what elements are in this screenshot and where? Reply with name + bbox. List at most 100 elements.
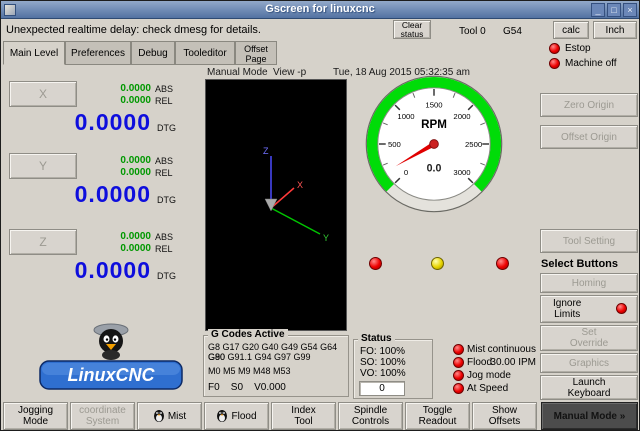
offset-origin-button[interactable]: Offset Origin — [540, 125, 638, 149]
gscreen-window: Gscreen for linuxcnc _ □ × Unexpected re… — [0, 0, 640, 431]
axes-graphic: Z X Y — [206, 80, 346, 330]
x-dtg-readout: 0.0000 — [16, 109, 151, 136]
x-abs-label: ABS — [155, 84, 173, 94]
z-abs-label: ABS — [155, 232, 173, 242]
penguin-icon — [216, 408, 228, 425]
y-rel-readout: 0.0000 — [89, 167, 151, 178]
gauge-title: RPM — [421, 119, 447, 131]
tool-setting-button[interactable]: Tool Setting — [540, 229, 638, 253]
tab-preferences[interactable]: Preferences — [65, 41, 131, 65]
logo-text: LinuxCNC — [68, 365, 156, 385]
svg-text:X: X — [297, 180, 303, 190]
mist-led — [453, 344, 464, 355]
mode-cycle-button[interactable]: Manual Mode » — [541, 402, 638, 430]
velocity-override-readout: VO: 100% — [360, 368, 406, 379]
mode-header: Manual Mode — [207, 67, 268, 78]
status-title: Status — [358, 333, 395, 344]
minimize-button[interactable]: _ — [591, 3, 605, 17]
penguin-icon — [153, 408, 165, 425]
y-rel-label: REL — [155, 168, 173, 178]
z-dtg-label: DTG — [157, 271, 176, 281]
graphics-button[interactable]: Graphics — [540, 353, 638, 373]
clear-status-button[interactable]: Clear status — [393, 20, 431, 39]
axis-y-button[interactable]: Y — [9, 153, 77, 179]
limit-x-led — [369, 257, 382, 270]
svg-text:0: 0 — [404, 168, 408, 177]
linuxcnc-logo: LinuxCNC — [36, 317, 186, 397]
axis-z-button[interactable]: Z — [9, 229, 77, 255]
svg-text:Z: Z — [263, 146, 269, 156]
limit-y-led — [431, 257, 444, 270]
override-spinbox[interactable]: 0 — [359, 381, 405, 396]
machine-off-led — [549, 58, 560, 69]
rpm-gauge: 0 500 1000 1500 2000 2500 3000 RPM 0.0 — [364, 74, 504, 214]
homing-button[interactable]: Homing — [540, 273, 638, 293]
mode-cycle-label: Manual Mode — [554, 411, 617, 422]
view-header: View -p — [273, 67, 306, 78]
jog-mode-label: Jog mode — [467, 370, 511, 381]
y-abs-label: ABS — [155, 156, 173, 166]
units-toggle-button[interactable]: Inch — [593, 21, 637, 39]
close-button[interactable]: × — [623, 3, 637, 17]
estop-button[interactable]: Estop — [565, 43, 591, 54]
flood-button[interactable]: Flood — [204, 402, 269, 430]
estop-led — [549, 43, 560, 54]
machine-off-button[interactable]: Machine off — [565, 58, 617, 69]
z-rel-label: REL — [155, 244, 173, 254]
gauge-value: 0.0 — [427, 163, 442, 175]
svg-text:2500: 2500 — [465, 140, 482, 149]
svg-text:500: 500 — [388, 140, 401, 149]
axis-x-button[interactable]: X — [9, 81, 77, 107]
coord-system-label: G54 — [503, 26, 522, 37]
toggle-readout-button[interactable]: Toggle Readout — [405, 402, 470, 430]
feed-speed-line: F0 S0 V0.000 — [208, 382, 286, 393]
select-buttons-label: Select Buttons — [541, 258, 618, 270]
tool-label: Tool 0 — [459, 26, 486, 37]
y-dtg-label: DTG — [157, 195, 176, 205]
jog-mode-value: continuous — [481, 344, 536, 355]
tab-debug[interactable]: Debug — [131, 41, 175, 65]
index-tool-button[interactable]: Index Tool — [271, 402, 336, 430]
gremlin-3d-view[interactable]: Z X Y — [205, 79, 347, 331]
mist-button-label: Mist — [168, 411, 186, 422]
jogging-mode-button[interactable]: Jogging Mode — [3, 402, 68, 430]
flood-led — [453, 357, 464, 368]
jog-rate-value: 30.00 IPM — [481, 357, 536, 368]
feed-override-readout: FO: 100% — [360, 346, 405, 357]
svg-text:3000: 3000 — [453, 168, 470, 177]
mcodes-line: M0 M5 M9 M48 M53 — [208, 366, 291, 376]
y-abs-readout: 0.0000 — [89, 155, 151, 166]
z-dtg-readout: 0.0000 — [16, 257, 151, 284]
tab-tooleditor[interactable]: Tooleditor — [175, 41, 235, 65]
x-rel-label: REL — [155, 96, 173, 106]
svg-text:Y: Y — [323, 233, 329, 243]
gcodes-title: G Codes Active — [208, 329, 288, 340]
tab-main-level[interactable]: Main Level — [3, 41, 65, 65]
svg-text:1500: 1500 — [425, 100, 442, 109]
jog-mode-led — [453, 370, 464, 381]
launch-keyboard-button[interactable]: Launch Keyboard — [540, 375, 638, 400]
spindle-controls-button[interactable]: Spindle Controls — [338, 402, 403, 430]
titlebar: Gscreen for linuxcnc _ □ × — [1, 1, 639, 19]
at-speed-led — [453, 383, 464, 394]
fast-forward-icon: » — [620, 411, 626, 422]
window-title: Gscreen for linuxcnc — [1, 3, 639, 15]
show-offsets-button[interactable]: Show Offsets — [472, 402, 537, 430]
x-abs-readout: 0.0000 — [89, 83, 151, 94]
gcodes-frame: G Codes Active G8 G17 G20 G40 G49 G54 G6… — [203, 335, 349, 397]
at-speed-label: At Speed — [467, 383, 508, 394]
zero-origin-button[interactable]: Zero Origin — [540, 93, 638, 117]
mist-button[interactable]: Mist — [137, 402, 202, 430]
set-override-button[interactable]: Set Override — [540, 325, 638, 351]
x-dtg-label: DTG — [157, 123, 176, 133]
maximize-button[interactable]: □ — [607, 3, 621, 17]
ignore-limits-led — [616, 303, 627, 314]
alert-message: Unexpected realtime delay: check dmesg f… — [6, 24, 261, 36]
gcodes-line2: G90 G91.1 G94 G97 G99 — [208, 352, 311, 362]
z-rel-readout: 0.0000 — [89, 243, 151, 254]
flood-button-label: Flood — [231, 411, 256, 422]
calc-button[interactable]: calc — [553, 21, 589, 39]
z-abs-readout: 0.0000 — [89, 231, 151, 242]
coordinate-system-button[interactable]: coordinate System — [70, 402, 135, 430]
tab-offset-page[interactable]: Offset Page — [235, 41, 277, 65]
